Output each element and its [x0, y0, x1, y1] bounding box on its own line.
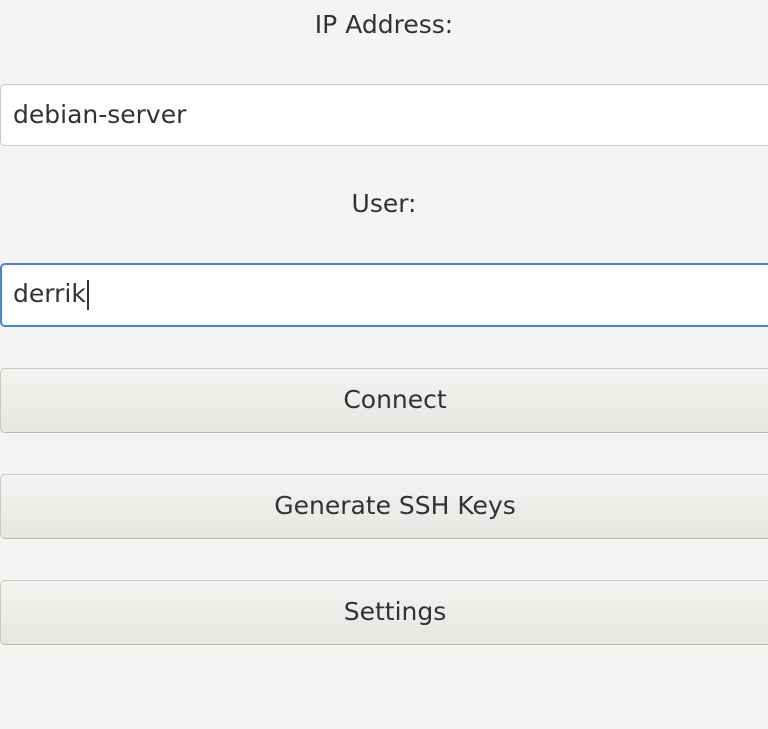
settings-button[interactable]: Settings: [0, 580, 768, 645]
user-value: derrik: [13, 279, 86, 308]
generate-ssh-keys-button[interactable]: Generate SSH Keys: [0, 474, 768, 539]
user-input[interactable]: derrik: [0, 263, 768, 327]
ip-address-input[interactable]: debian-server: [0, 84, 768, 146]
ip-address-value: debian-server: [13, 100, 187, 129]
ip-address-label: IP Address:: [314, 10, 454, 39]
user-label: User:: [351, 189, 417, 218]
connect-button[interactable]: Connect: [0, 368, 768, 433]
text-caret: [86, 280, 89, 310]
